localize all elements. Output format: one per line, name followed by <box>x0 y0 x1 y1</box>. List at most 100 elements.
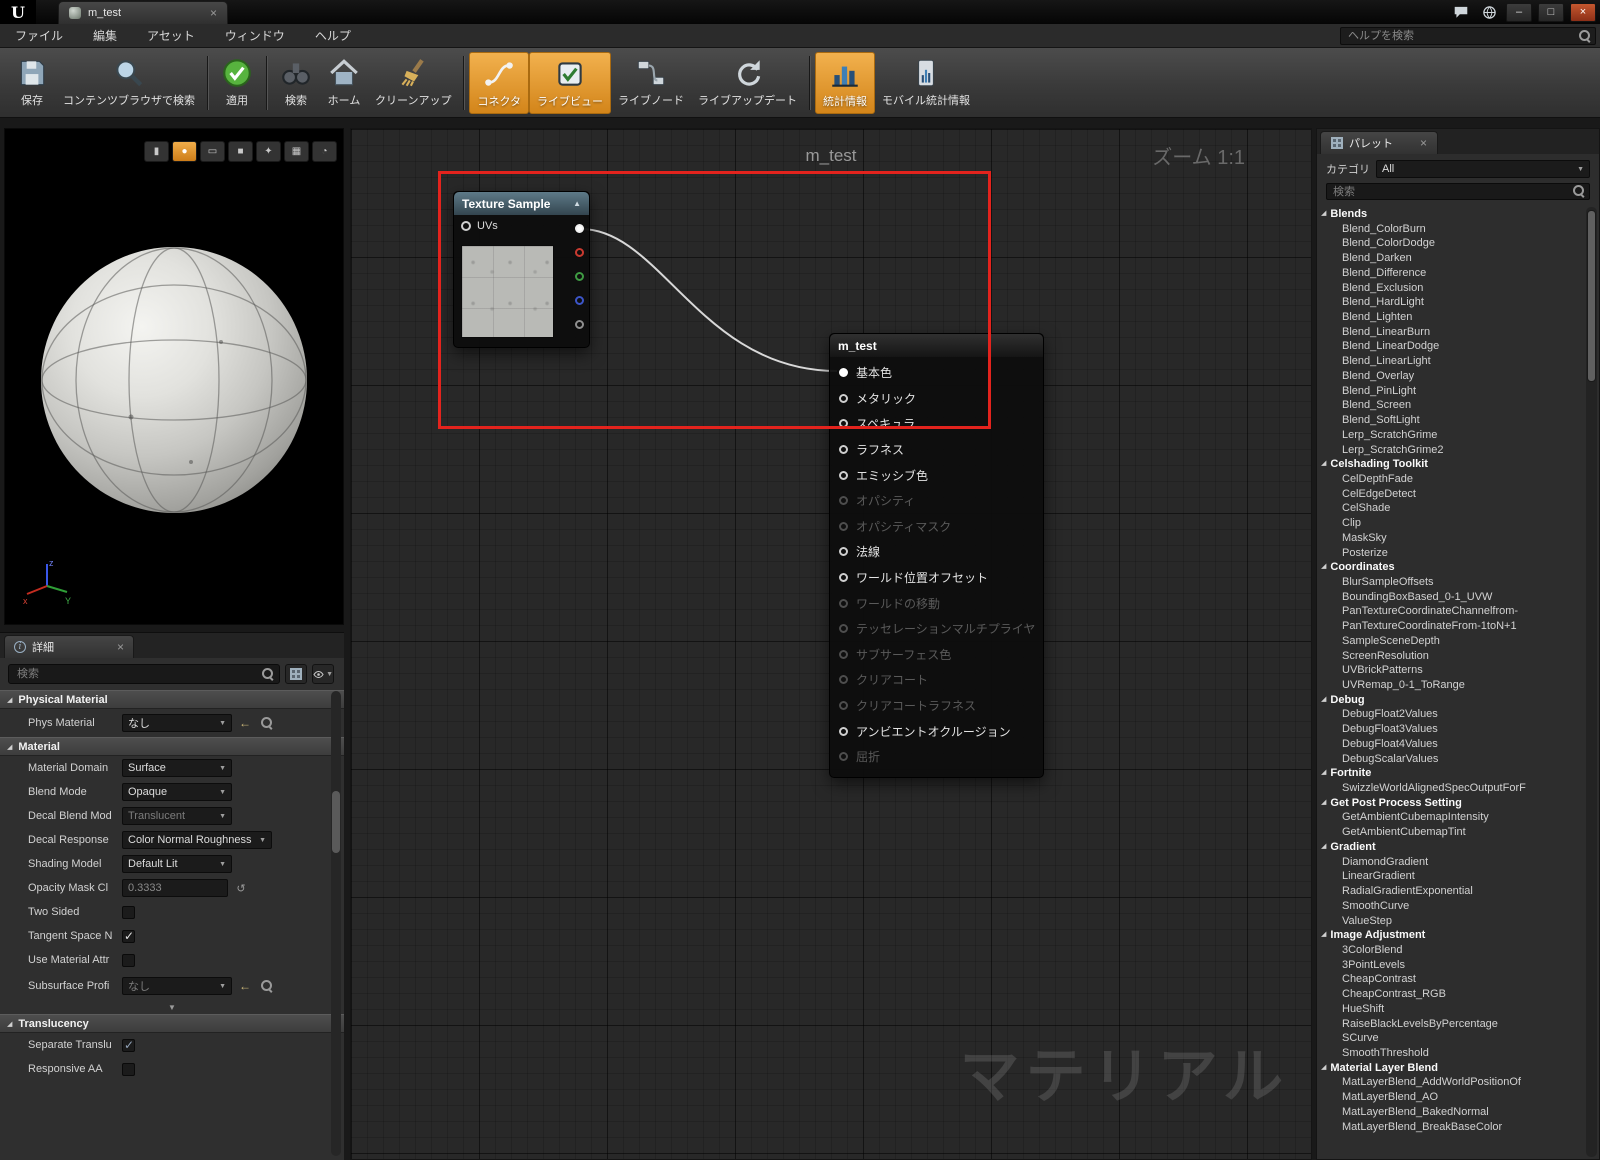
palette-list-item[interactable]: ValueStep <box>1320 914 1584 929</box>
palette-list-item[interactable]: Blend_LinearDodge <box>1320 339 1584 354</box>
material-input-pin[interactable] <box>839 649 848 659</box>
material-input-pin[interactable] <box>839 726 848 736</box>
palette-list-item[interactable]: Blend_Darken <box>1320 251 1584 266</box>
palette-list-item[interactable]: UVBrickPatterns <box>1320 663 1584 678</box>
material-input-pin[interactable] <box>839 470 848 480</box>
texture-sample-output-pin[interactable] <box>575 248 584 257</box>
palette-list-item[interactable]: Blend_Difference <box>1320 266 1584 281</box>
maximize-button[interactable] <box>1538 2 1564 22</box>
view-options-button[interactable] <box>312 664 334 684</box>
tab-close-icon[interactable] <box>210 7 217 19</box>
palette-list-item[interactable]: DebugFloat4Values <box>1320 737 1584 752</box>
property-matrix-button[interactable] <box>285 664 307 684</box>
texture-sample-output-pin[interactable] <box>575 272 584 281</box>
menu-window[interactable]: ウィンドウ <box>210 24 300 48</box>
toolbar-button-live-nodes[interactable]: ライブノード <box>611 52 691 114</box>
palette-list-item[interactable]: MatLayerBlend_AddWorldPositionOf <box>1320 1075 1584 1090</box>
palette-list-item[interactable]: Gradient <box>1320 840 1584 855</box>
web-icon[interactable] <box>1478 3 1500 21</box>
material-result-node[interactable]: m_test 基本色 メタリック スペキュラ ラフネス エミッシブ色 オパシティ… <box>829 333 1044 778</box>
palette-search-input[interactable] <box>1326 183 1590 200</box>
texture-sample-output-pin[interactable] <box>575 296 584 305</box>
viewport-toolbar-button[interactable]: ◔ <box>312 141 337 162</box>
material-input-pin[interactable] <box>839 521 848 531</box>
details-tab-close-icon[interactable] <box>117 641 124 653</box>
palette-list-item[interactable]: Celshading Toolkit <box>1320 457 1584 472</box>
use-selected-asset-icon[interactable] <box>236 977 254 995</box>
palette-list-item[interactable]: Clip <box>1320 516 1584 531</box>
material-input-pin-row[interactable]: スペキュラ <box>830 411 1043 437</box>
palette-list-item[interactable]: Coordinates <box>1320 560 1584 575</box>
palette-list-item[interactable]: MatLayerBlend_BakedNormal <box>1320 1105 1584 1120</box>
help-search-input[interactable] <box>1340 26 1596 45</box>
palette-list-item[interactable]: BoundingBoxBased_0-1_UVW <box>1320 590 1584 605</box>
toolbar-button-clean-up[interactable]: クリーンアップ <box>368 52 458 114</box>
material-input-pin-row[interactable]: クリアコート <box>830 667 1043 693</box>
tangent-space-normal-checkbox[interactable] <box>122 929 135 943</box>
responsive-aa-checkbox[interactable] <box>122 1062 135 1076</box>
palette-list-item[interactable]: MatLayerBlend_BreakBaseColor <box>1320 1120 1584 1135</box>
palette-list-item[interactable]: DebugFloat2Values <box>1320 707 1584 722</box>
palette-list-item[interactable]: Blend_ColorDodge <box>1320 236 1584 251</box>
palette-list-item[interactable]: Posterize <box>1320 546 1584 561</box>
material-input-pin[interactable] <box>839 368 848 378</box>
menu-help[interactable]: ヘルプ <box>300 24 366 48</box>
details-search-input[interactable] <box>8 664 280 684</box>
palette-list-item[interactable]: SCurve <box>1320 1031 1584 1046</box>
menu-asset[interactable]: アセット <box>132 24 210 48</box>
palette-list-item[interactable]: RaiseBlackLevelsByPercentage <box>1320 1017 1584 1032</box>
palette-list-item[interactable]: Image Adjustment <box>1320 928 1584 943</box>
details-scrollbar-thumb[interactable] <box>332 791 340 853</box>
material-input-pin-row[interactable]: サブサーフェス色 <box>830 642 1043 668</box>
uvs-input-pin[interactable] <box>461 221 471 231</box>
two-sided-checkbox[interactable] <box>122 905 135 919</box>
palette-list-item[interactable]: SwizzleWorldAlignedSpecOutputForF <box>1320 781 1584 796</box>
decal-response-dropdown[interactable]: Color Normal Roughness <box>122 831 272 849</box>
palette-list-item[interactable]: SmoothCurve <box>1320 899 1584 914</box>
palette-list-item[interactable]: Blend_HardLight <box>1320 295 1584 310</box>
palette-list-item[interactable]: 3PointLevels <box>1320 958 1584 973</box>
viewport-toolbar-button[interactable]: ▭ <box>200 141 225 162</box>
texture-sample-output-pin[interactable] <box>575 320 584 329</box>
material-input-pin[interactable] <box>839 547 848 557</box>
toolbar-button-save[interactable]: 保存 <box>8 52 56 114</box>
viewport-toolbar-button[interactable]: ● <box>172 141 197 162</box>
palette-list-item[interactable]: Blend_Overlay <box>1320 369 1584 384</box>
palette-list-item[interactable]: RadialGradientExponential <box>1320 884 1584 899</box>
material-input-pin[interactable] <box>839 573 848 583</box>
viewport-toolbar-button[interactable]: ▮ <box>144 141 169 162</box>
palette-list-item[interactable]: DebugScalarValues <box>1320 752 1584 767</box>
material-input-pin[interactable] <box>839 445 848 455</box>
opacity-mask-clip-input[interactable]: 0.3333 <box>122 879 228 897</box>
material-input-pin-row[interactable]: クリアコートラフネス <box>830 693 1043 719</box>
palette-list-item[interactable]: Lerp_ScratchGrime <box>1320 428 1584 443</box>
palette-list-item[interactable]: Debug <box>1320 693 1584 708</box>
palette-list-item[interactable]: LinearGradient <box>1320 869 1584 884</box>
blend-mode-dropdown[interactable]: Opaque <box>122 783 232 801</box>
palette-list-item[interactable]: ScreenResolution <box>1320 649 1584 664</box>
palette-list-item[interactable]: Blend_ColorBurn <box>1320 222 1584 237</box>
palette-list-item[interactable]: Blend_Screen <box>1320 398 1584 413</box>
palette-list-item[interactable]: MatLayerBlend_AO <box>1320 1090 1584 1105</box>
subsurface-profile-dropdown[interactable]: なし <box>122 977 232 995</box>
material-input-pin[interactable] <box>839 701 848 711</box>
palette-list-item[interactable]: Get Post Process Setting <box>1320 796 1584 811</box>
viewport-toolbar-button[interactable]: ✦ <box>256 141 281 162</box>
palette-list-item[interactable]: HueShift <box>1320 1002 1584 1017</box>
texture-sample-node-header[interactable]: Texture Sample <box>454 192 589 215</box>
palette-list-item[interactable]: Blend_PinLight <box>1320 384 1584 399</box>
shading-model-dropdown[interactable]: Default Lit <box>122 855 232 873</box>
material-input-pin-row[interactable]: 屈折 <box>830 744 1043 770</box>
palette-list-item[interactable]: Blend_LinearBurn <box>1320 325 1584 340</box>
material-input-pin-row[interactable]: ワールド位置オフセット <box>830 565 1043 591</box>
material-input-pin[interactable] <box>839 624 848 634</box>
palette-list-item[interactable]: SmoothThreshold <box>1320 1046 1584 1061</box>
phys-material-dropdown[interactable]: なし <box>122 714 232 732</box>
material-input-pin[interactable] <box>839 393 848 403</box>
feedback-icon[interactable] <box>1450 3 1472 21</box>
texture-sample-node[interactable]: Texture Sample UVs <box>453 191 590 348</box>
material-input-pin-row[interactable]: ラフネス <box>830 437 1043 463</box>
material-input-pin-row[interactable]: メタリック <box>830 386 1043 412</box>
material-input-pin[interactable] <box>839 598 848 608</box>
toolbar-button-live-preview[interactable]: ライブビュー <box>529 51 612 114</box>
